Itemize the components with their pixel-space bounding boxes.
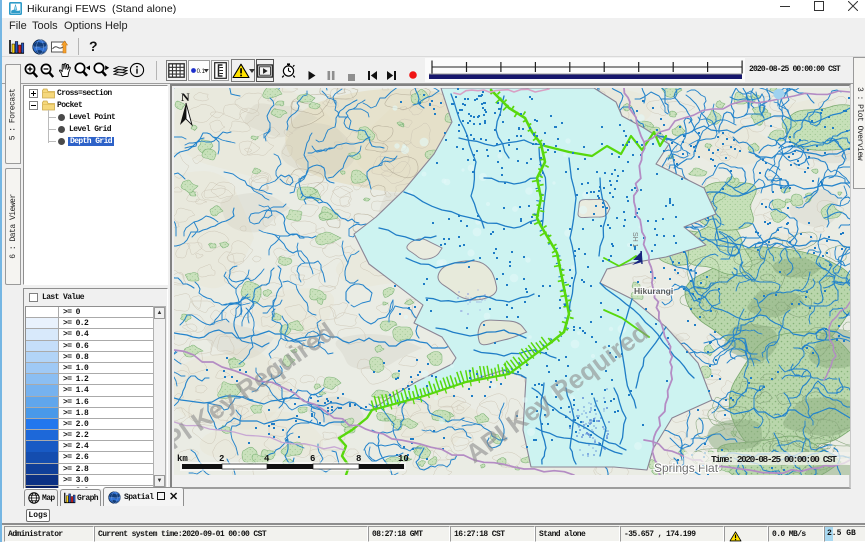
svg-text:Hikurangi: Hikurangi [634, 286, 673, 296]
svg-text:2: 2 [219, 454, 224, 464]
svg-text:10: 10 [398, 454, 409, 464]
svg-text:4: 4 [264, 454, 270, 464]
svg-text:Time: 2020-08-25 00:00:00 CST: Time: 2020-08-25 00:00:00 CST [711, 454, 837, 465]
svg-text:6: 6 [310, 454, 315, 464]
svg-text:SH 1: SH 1 [631, 232, 638, 248]
svg-text:0.1: 0.1 [197, 69, 206, 75]
svg-text:N: N [181, 90, 190, 104]
svg-text:km: km [177, 454, 188, 464]
svg-text:8: 8 [356, 454, 361, 464]
